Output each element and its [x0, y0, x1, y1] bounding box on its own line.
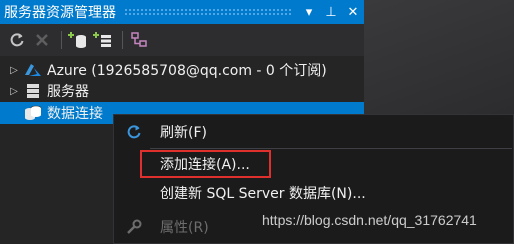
tree-item-label: 数据连接	[47, 106, 103, 122]
tree-item-azure[interactable]: ▷ Azure (1926585708@qq.com - 0 个订阅)	[0, 59, 364, 81]
menu-item-label: 刷新(F)	[160, 124, 207, 141]
tree-item-label: 服务器	[47, 84, 89, 100]
menu-item-create-sql-database[interactable]: 创建新 SQL Server 数据库(N)...	[114, 179, 513, 206]
panel-titlebar: 服务器资源管理器 ▾ ⊥ ✕	[0, 0, 364, 24]
refresh-icon	[124, 122, 144, 142]
panel-title: 服务器资源管理器	[4, 5, 116, 21]
sharepoint-icon[interactable]	[128, 29, 150, 51]
toolbar-separator	[61, 31, 62, 49]
menu-item-refresh[interactable]: 刷新(F)	[114, 118, 513, 145]
cancel-icon[interactable]	[31, 29, 53, 51]
close-icon[interactable]: ✕	[342, 5, 364, 20]
menu-item-label: 创建新 SQL Server 数据库(N)...	[160, 185, 366, 202]
server-icon	[23, 82, 43, 100]
database-icon	[23, 104, 43, 122]
tree-item-label: Azure (1926585708@qq.com - 0 个订阅)	[47, 63, 327, 79]
annotation-highlight-box	[140, 150, 271, 178]
expand-arrow-icon[interactable]: ▷	[5, 86, 23, 97]
azure-icon	[23, 61, 43, 79]
tree-item-servers[interactable]: ▷ 服务器	[0, 80, 364, 102]
wrench-icon	[124, 217, 144, 237]
dropdown-icon[interactable]: ▾	[298, 5, 320, 20]
toolbar	[0, 24, 364, 56]
menu-separator	[150, 148, 512, 149]
menu-item-label: 属性(R)	[160, 219, 209, 236]
watermark: https://blog.csdn.net/qq_31762741	[262, 212, 477, 228]
pin-icon[interactable]: ⊥	[320, 5, 342, 20]
toolbar-separator	[122, 31, 123, 49]
titlebar-grip[interactable]	[124, 8, 292, 16]
refresh-icon[interactable]	[6, 29, 28, 51]
expand-arrow-icon[interactable]: ▷	[5, 65, 23, 76]
database-connect-icon[interactable]	[67, 29, 89, 51]
server-connect-icon[interactable]	[92, 29, 114, 51]
